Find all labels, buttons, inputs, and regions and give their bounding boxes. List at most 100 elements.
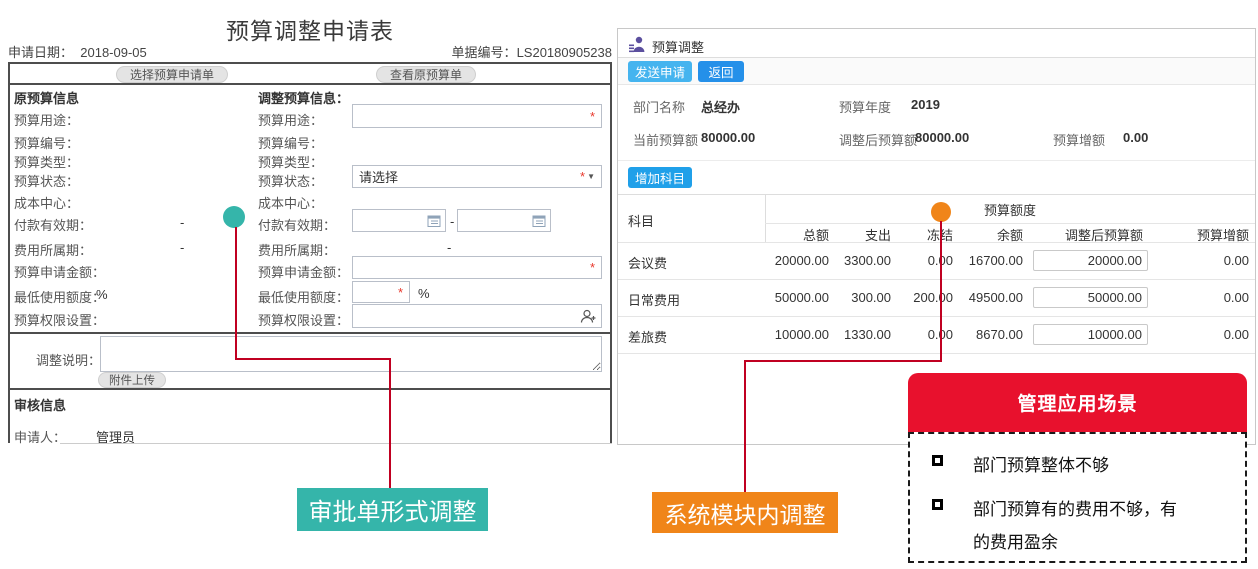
cell-subject: 日常费用	[628, 290, 680, 309]
scenario-item-text: 部门预算整体不够	[973, 449, 1191, 482]
orig-label-number: 预算编号：	[14, 133, 79, 152]
orig-label-status: 预算状态：	[14, 171, 79, 190]
cell-adjusted-input[interactable]	[1033, 250, 1148, 271]
group-header: 预算额度	[765, 200, 1255, 219]
cell-subject: 会议费	[628, 253, 667, 272]
form-adjust-callout: 审批单形式调整	[297, 488, 488, 531]
cell-total: 10000.00	[719, 327, 829, 342]
send-request-button[interactable]: 发送申请	[628, 61, 692, 82]
cell-adjusted-input[interactable]	[1033, 287, 1148, 308]
orig-label-amount: 预算申请金额：	[14, 262, 105, 281]
orig-minquota-unit: %	[96, 287, 108, 302]
adj-minquota-unit: %	[418, 286, 430, 301]
applicant-label: 申请人：	[14, 427, 66, 446]
adj-label-type: 预算类型：	[258, 152, 323, 171]
cell-adjusted-input[interactable]	[1033, 324, 1148, 345]
purpose-required-mark: *	[590, 109, 595, 124]
current-budget-label: 当前预算额	[633, 130, 698, 149]
adj-label-number: 预算编号：	[258, 133, 323, 152]
minquota-required-mark: *	[398, 285, 403, 300]
amount-input[interactable]: *	[352, 256, 602, 279]
adj-label-expperiod: 费用所属期：	[258, 240, 336, 259]
orig-label-costcenter: 成本中心：	[14, 193, 79, 212]
form-meta-row: 申请日期： 2018-09-05 单据编号：LS20180905238	[8, 42, 612, 61]
orig-payperiod-value: -	[180, 215, 184, 230]
teal-marker-dot	[223, 206, 245, 228]
orig-label-expperiod: 费用所属期：	[14, 240, 92, 259]
apply-date: 申请日期： 2018-09-05	[8, 42, 147, 61]
year-value: 2019	[911, 97, 940, 112]
pay-period-end-input[interactable]	[457, 209, 551, 232]
cell-spent: 300.00	[821, 290, 891, 305]
add-subject-button[interactable]: 增加科目	[628, 167, 692, 188]
status-required-mark: *	[580, 169, 585, 184]
budget-increase-value: 0.00	[1123, 130, 1148, 145]
attachment-upload-button[interactable]: 附件上传	[98, 372, 166, 388]
scenario-item: 部门预算整体不够	[930, 449, 1233, 482]
scenario-item-text: 部门预算有的费用不够，有的费用盈余	[973, 493, 1191, 559]
square-bullet-icon	[932, 499, 943, 510]
status-select[interactable]: 请选择 * ▼	[352, 165, 602, 188]
adj-label-status: 预算状态：	[258, 171, 323, 190]
panel-title: 预算调整	[652, 37, 704, 56]
orange-marker-dot	[931, 202, 951, 222]
adj-label-purpose: 预算用途：	[258, 110, 323, 129]
dept-value: 总经办	[701, 97, 740, 116]
adjust-section-title: 调整预算信息：	[258, 88, 349, 107]
calendar-icon[interactable]	[532, 214, 546, 227]
table-row: 日常费用 50000.00 300.00 200.00 49500.00 0.0…	[618, 279, 1255, 316]
connector-line	[940, 221, 942, 360]
form-title: 预算调整申请表	[8, 12, 612, 46]
panel-header: 预算调整	[618, 29, 1255, 58]
adjusted-budget-label: 调整后预算额	[839, 130, 917, 149]
back-button[interactable]: 返回	[698, 61, 744, 82]
user-list-icon	[628, 35, 646, 58]
orig-label-payperiod: 付款有效期：	[14, 215, 92, 234]
adjusted-budget-value: 80000.00	[915, 130, 969, 145]
min-quota-input[interactable]: *	[352, 281, 410, 303]
cell-remain: 49500.00	[923, 290, 1023, 305]
cell-total: 20000.00	[719, 253, 829, 268]
adj-label-payperiod: 付款有效期：	[258, 215, 336, 234]
section-divider	[10, 388, 610, 390]
cell-spent: 3300.00	[821, 253, 891, 268]
adj-label-amount: 预算申请金额：	[258, 262, 349, 281]
row-divider	[618, 353, 1255, 354]
apply-date-label: 申请日期：	[8, 45, 73, 60]
scenario-item: 部门预算有的费用不够，有的费用盈余	[930, 493, 1233, 559]
square-bullet-icon	[932, 455, 943, 466]
orig-label-type: 预算类型：	[14, 152, 79, 171]
adj-expperiod-value: -	[447, 240, 451, 255]
select-budget-request-button[interactable]: 选择预算申请单	[116, 66, 228, 83]
cell-subject: 差旅费	[628, 327, 667, 346]
user-add-icon[interactable]	[580, 309, 596, 324]
calendar-icon[interactable]	[427, 214, 441, 227]
permission-input[interactable]	[352, 304, 602, 328]
original-section-title: 原预算信息	[14, 88, 79, 107]
orig-label-minquota: 最低使用额度：	[14, 287, 105, 306]
status-select-value: 请选择	[359, 167, 398, 186]
date-range-separator: -	[450, 214, 454, 229]
cell-remain: 16700.00	[923, 253, 1023, 268]
table-row: 差旅费 10000.00 1330.00 0.00 8670.00 0.00	[618, 316, 1255, 353]
module-adjust-callout: 系统模块内调整	[652, 492, 838, 533]
budget-form-box: 选择预算申请单 查看原预算单 原预算信息 调整预算信息： 预算用途： 预算编号：…	[8, 62, 612, 443]
view-original-budget-button[interactable]: 查看原预算单	[376, 66, 476, 83]
purpose-input[interactable]: *	[352, 104, 602, 128]
adj-label-permission: 预算权限设置：	[258, 310, 349, 329]
year-label: 预算年度	[839, 97, 891, 116]
orig-expperiod-value: -	[180, 240, 184, 255]
cell-total: 50000.00	[719, 290, 829, 305]
remark-textarea[interactable]	[100, 336, 602, 372]
adj-label-costcenter: 成本中心：	[258, 193, 323, 212]
doc-no: 单据编号：LS20180905238	[452, 42, 612, 61]
pay-period-start-input[interactable]	[352, 209, 446, 232]
connector-line	[744, 360, 942, 362]
cell-remain: 8670.00	[923, 327, 1023, 342]
doc-no-value: LS20180905238	[517, 45, 612, 60]
panel-toolbar: 发送申请 返回	[618, 58, 1255, 85]
applicant-underline	[60, 443, 612, 444]
scenario-list-box: 部门预算整体不够 部门预算有的费用不够，有的费用盈余	[908, 432, 1247, 563]
cell-increase: 0.00	[1165, 253, 1249, 268]
budget-increase-label: 预算增额	[1053, 130, 1105, 149]
